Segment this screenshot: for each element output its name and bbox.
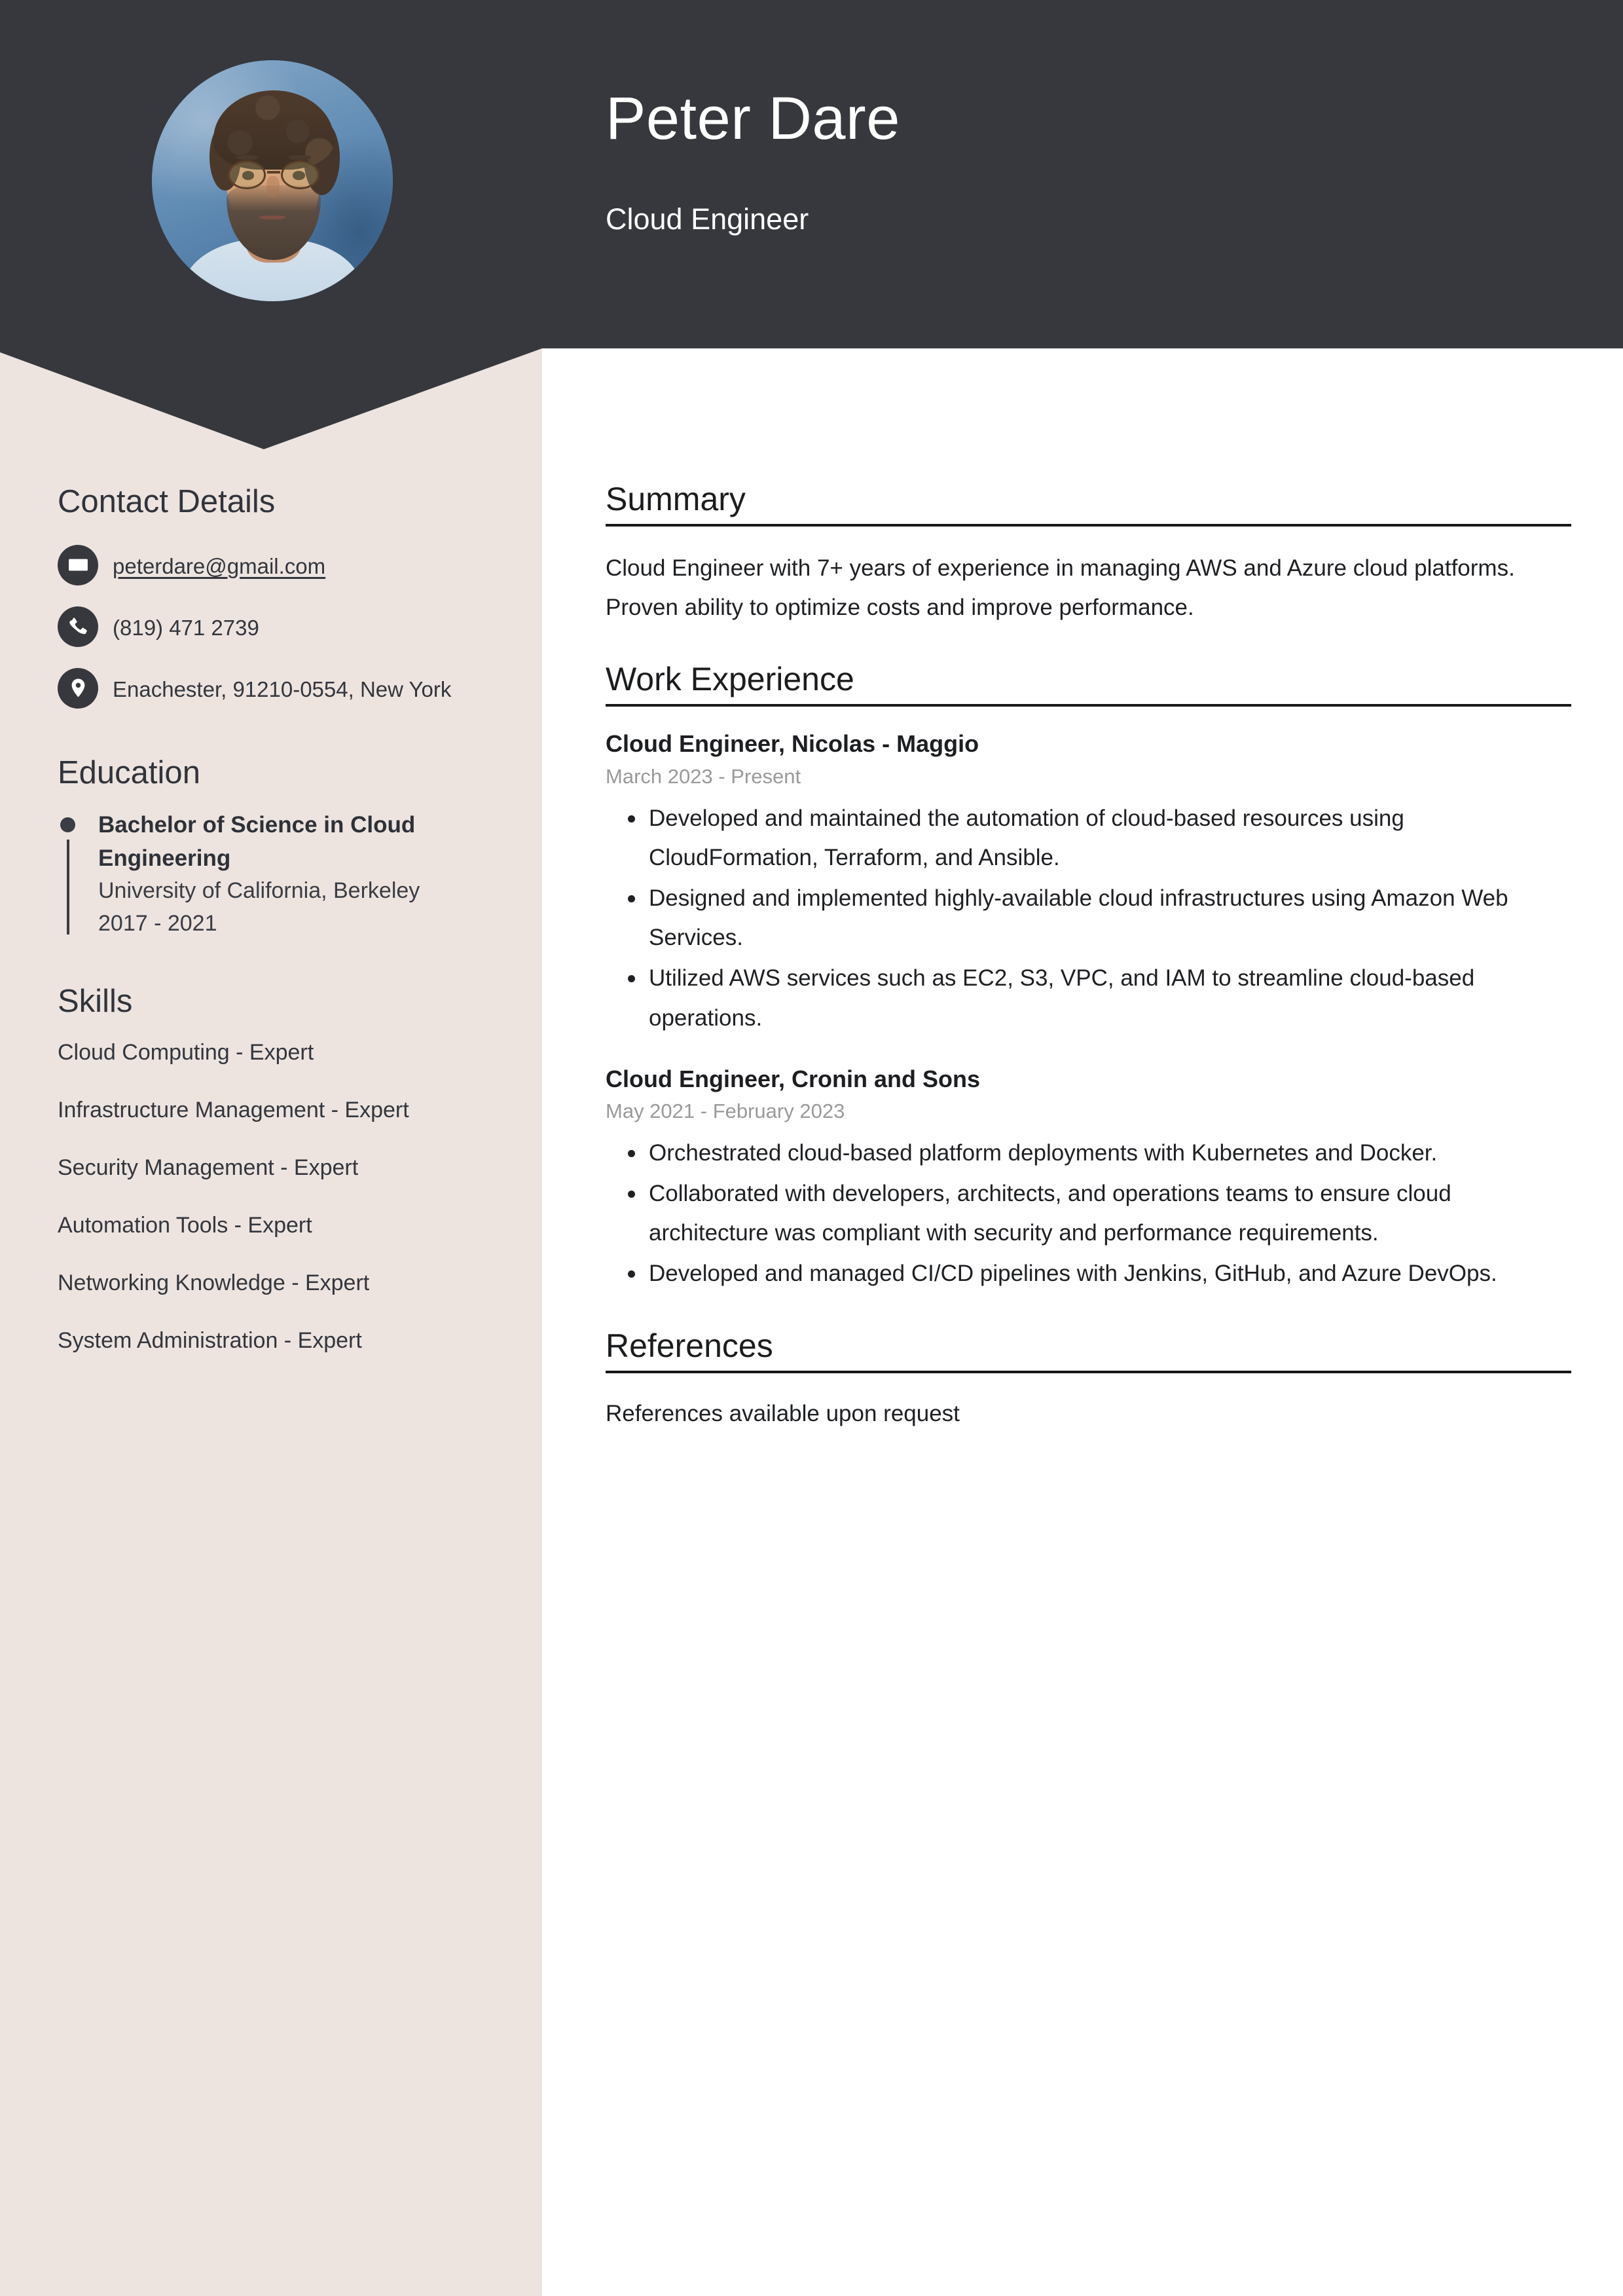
glasses-bridge	[266, 171, 280, 174]
education-item: Bachelor of Science in Cloud Engineering…	[58, 808, 490, 940]
job-dates: March 2023 - Present	[606, 765, 801, 788]
candidate-job-title: Cloud Engineer	[606, 202, 809, 236]
sidebar: Contact Details peterdare@gmail.com (819…	[58, 484, 490, 1358]
contact-list: peterdare@gmail.com (819) 471 2739 Enach…	[58, 544, 490, 709]
skills-heading: Skills	[58, 984, 133, 1020]
resume-page: Peter Dare Cloud Engineer Contact Detail…	[0, 0, 1623, 2296]
job-bullet-list: Orchestrated cloud-based platform deploy…	[606, 1134, 1571, 1294]
envelope-icon	[58, 544, 98, 585]
education-heading: Education	[58, 754, 200, 790]
glasses-lens-left	[227, 160, 266, 189]
contact-item-phone[interactable]: (819) 471 2739	[58, 606, 490, 647]
skills-list: Cloud Computing - Expert Infrastructure …	[58, 1037, 490, 1358]
contact-email-value[interactable]: peterdare@gmail.com	[113, 547, 325, 583]
main-content: Summary Cloud Engineer with 7+ years of …	[606, 481, 1571, 1466]
education-years: 2017 - 2021	[98, 910, 217, 936]
job-entry: Cloud Engineer, Nicolas - Maggio March 2…	[606, 729, 1571, 1037]
work-experience-section: Work Experience Cloud Engineer, Nicolas …	[606, 661, 1571, 1293]
job-bullet: Developed and managed CI/CD pipelines wi…	[606, 1254, 1571, 1293]
contact-item-address[interactable]: Enachester, 91210-0554, New York	[58, 667, 490, 709]
job-bullet: Collaborated with developers, architects…	[606, 1174, 1571, 1253]
avatar	[152, 60, 393, 301]
job-bullet-list: Developed and maintained the automation …	[606, 799, 1571, 1038]
skill-item: Cloud Computing - Expert	[58, 1040, 314, 1065]
photo-glasses	[227, 160, 321, 189]
education-timeline-line	[67, 839, 69, 935]
job-bullet: Designed and implemented highly-availabl…	[606, 879, 1571, 957]
skill-item: Automation Tools - Expert	[58, 1213, 312, 1238]
phone-icon	[58, 606, 98, 647]
job-title: Cloud Engineer, Nicolas - Maggio	[606, 730, 979, 758]
references-heading: References	[606, 1327, 1571, 1373]
education-school: University of California, Berkeley	[98, 878, 420, 903]
work-experience-heading: Work Experience	[606, 661, 1571, 707]
skill-item: Networking Knowledge - Expert	[58, 1270, 370, 1295]
references-text: References available upon request	[606, 1400, 960, 1426]
job-bullet: Orchestrated cloud-based platform deploy…	[606, 1134, 1571, 1173]
photo-eyebrow-right	[289, 155, 311, 160]
job-bullet: Utilized AWS services such as EC2, S3, V…	[606, 959, 1571, 1037]
profile-photo	[152, 60, 393, 301]
summary-text: Cloud Engineer with 7+ years of experien…	[606, 555, 1515, 621]
summary-section: Summary Cloud Engineer with 7+ years of …	[606, 481, 1571, 627]
skill-item: System Administration - Expert	[58, 1327, 362, 1353]
map-pin-icon	[58, 667, 98, 709]
skill-item: Infrastructure Management - Expert	[58, 1098, 409, 1123]
job-title: Cloud Engineer, Cronin and Sons	[606, 1065, 981, 1092]
references-section: References References available upon req…	[606, 1327, 1571, 1432]
photo-eyebrow-left	[236, 155, 258, 160]
candidate-name: Peter Dare	[606, 85, 900, 152]
contact-address-value[interactable]: Enachester, 91210-0554, New York	[113, 671, 451, 707]
job-bullet: Developed and maintained the automation …	[606, 799, 1571, 878]
skill-item: Security Management - Expert	[58, 1155, 359, 1181]
job-dates: May 2021 - February 2023	[606, 1100, 845, 1123]
education-degree: Bachelor of Science in Cloud Engineering	[98, 811, 416, 871]
job-entry: Cloud Engineer, Cronin and Sons May 2021…	[606, 1064, 1571, 1294]
education-bullet-dot	[60, 817, 75, 832]
summary-heading: Summary	[606, 481, 1571, 527]
contact-details-heading: Contact Details	[58, 484, 276, 519]
glasses-lens-right	[281, 160, 320, 189]
contact-phone-value[interactable]: (819) 471 2739	[113, 609, 259, 645]
contact-item-email[interactable]: peterdare@gmail.com	[58, 544, 490, 585]
